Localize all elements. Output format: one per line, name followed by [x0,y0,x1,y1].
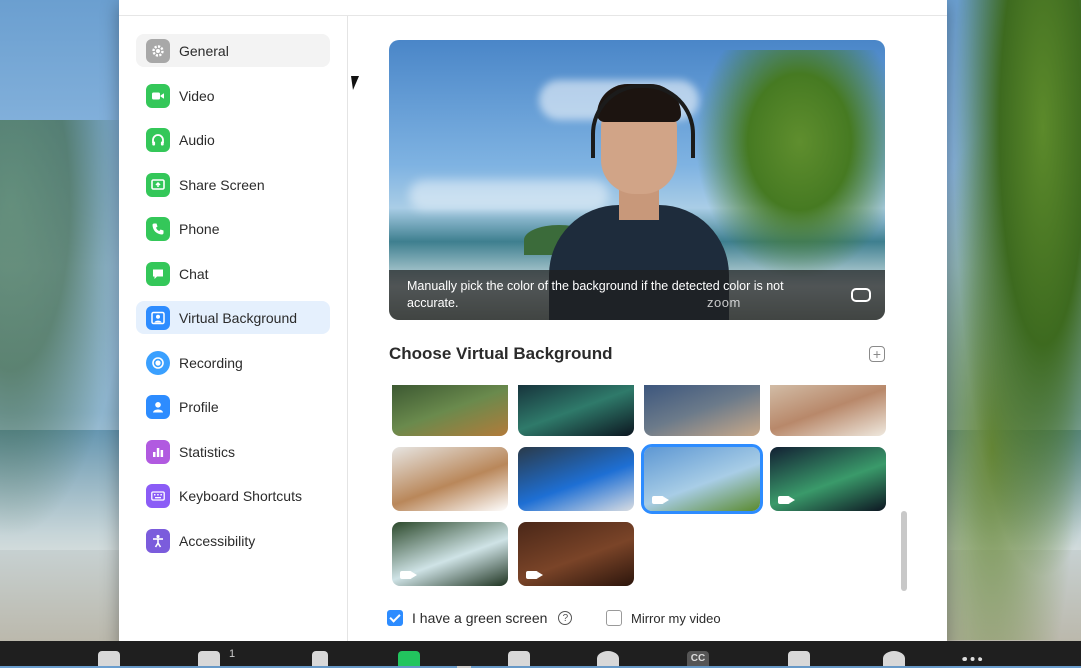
section-title: Choose Virtual Background [389,344,613,363]
background-thumbnail-beach-palm[interactable] [641,444,763,514]
zoom-watermark: zoom [707,295,741,310]
green-screen-option[interactable]: I have a green screen ? [387,610,573,626]
phone-icon [146,216,170,241]
scrollbar-thumb[interactable] [901,511,907,591]
chat-bubble-icon [146,261,170,286]
help-icon[interactable]: ? [558,611,573,625]
chat-icon[interactable] [508,651,530,666]
pick-color-icon[interactable] [851,288,871,302]
video-background-icon [400,571,417,579]
share-screen-icon[interactable] [398,651,420,666]
add-background-button[interactable]: + [869,346,885,362]
sidebar-item-keyboard-shortcuts[interactable]: Keyboard Shortcuts [136,479,330,512]
sidebar-item-recording[interactable]: Recording [136,346,330,379]
user-icon [146,394,170,419]
virtual-background-panel: Manually pick the color of the backgroun… [348,16,947,652]
sidebar-item-label: Share Screen [179,176,265,193]
meeting-toolbar: 1 CC [0,641,1081,668]
settings-window: General Video Audio Share Screen Phone C… [119,0,947,652]
sidebar-item-profile[interactable]: Profile [136,390,330,423]
background-thumbnail-zoom-office[interactable] [518,447,634,511]
sidebar-item-general[interactable]: General [136,34,330,67]
sidebar-item-label: Statistics [179,443,236,460]
sidebar-item-label: Chat [179,265,209,282]
sidebar-item-label: Virtual Background [179,309,298,326]
record-icon[interactable] [597,651,619,666]
reactions-icon[interactable] [883,651,905,666]
person-neck [619,190,659,220]
accessibility-icon [146,528,170,553]
sidebar-item-label: General [179,42,229,59]
background-thumbnail-office-lounge[interactable] [770,385,886,436]
preview-caption: Manually pick the color of the backgroun… [389,270,885,320]
closed-caption-button[interactable]: CC [687,651,709,666]
sidebar-item-audio[interactable]: Audio [136,123,330,156]
green-screen-checkbox[interactable] [387,610,403,626]
polls-icon[interactable] [312,651,328,666]
background-palm-left [0,120,130,540]
person-frame-icon [146,305,170,330]
keyboard-icon [146,483,170,508]
video-background-icon [778,496,795,504]
video-background-icon [526,571,543,579]
sidebar-item-chat[interactable]: Chat [136,257,330,290]
background-thumbnail-northern-lights[interactable] [770,447,886,511]
gear-icon [146,38,170,63]
sidebar-item-share-screen[interactable]: Share Screen [136,168,330,201]
chevron-up-icon[interactable] [457,651,471,668]
background-thumbnail-reception-desk[interactable] [392,447,508,511]
sidebar-item-virtual-background[interactable]: Virtual Background [136,301,330,334]
background-thumbnail-plants[interactable] [392,385,508,436]
record-icon [146,350,170,375]
settings-sidebar: General Video Audio Share Screen Phone C… [119,16,348,652]
green-screen-label: I have a green screen [412,610,548,626]
mirror-video-label: Mirror my video [631,610,721,626]
more-icon[interactable] [961,657,983,665]
sidebar-item-statistics[interactable]: Statistics [136,435,330,468]
sidebar-item-label: Phone [179,220,220,237]
title-bar [119,0,947,16]
sidebar-item-video[interactable]: Video [136,79,330,112]
video-background-icon [652,496,669,504]
participants-icon[interactable] [198,651,220,666]
participants-count: 1 [229,648,236,660]
mirror-video-option[interactable]: Mirror my video [606,610,721,626]
apps-grid-icon[interactable] [788,651,810,666]
sidebar-item-label: Recording [179,354,243,371]
invite-icon[interactable] [98,651,120,666]
background-thumbnail-aurora[interactable] [518,385,634,436]
mirror-video-checkbox[interactable] [606,610,622,626]
sidebar-item-label: Profile [179,398,219,415]
sidebar-item-phone[interactable]: Phone [136,212,330,245]
sidebar-item-label: Accessibility [179,532,256,549]
background-palm-right [941,0,1081,640]
headphones-icon [146,127,170,152]
background-thumbnail-waterfall[interactable] [392,522,508,586]
share-screen-icon [146,172,170,197]
background-thumbnail-coffee-beans[interactable] [518,522,634,586]
sidebar-item-accessibility[interactable]: Accessibility [136,524,330,557]
sidebar-item-label: Keyboard Shortcuts [179,487,302,504]
video-camera-icon [146,83,170,108]
video-preview: Manually pick the color of the backgroun… [389,40,885,320]
background-grid [389,385,895,591]
background-thumbnail-office-wall[interactable] [644,385,760,436]
sidebar-item-label: Audio [179,131,215,148]
sidebar-item-label: Video [179,87,215,104]
bar-chart-icon [146,439,170,464]
